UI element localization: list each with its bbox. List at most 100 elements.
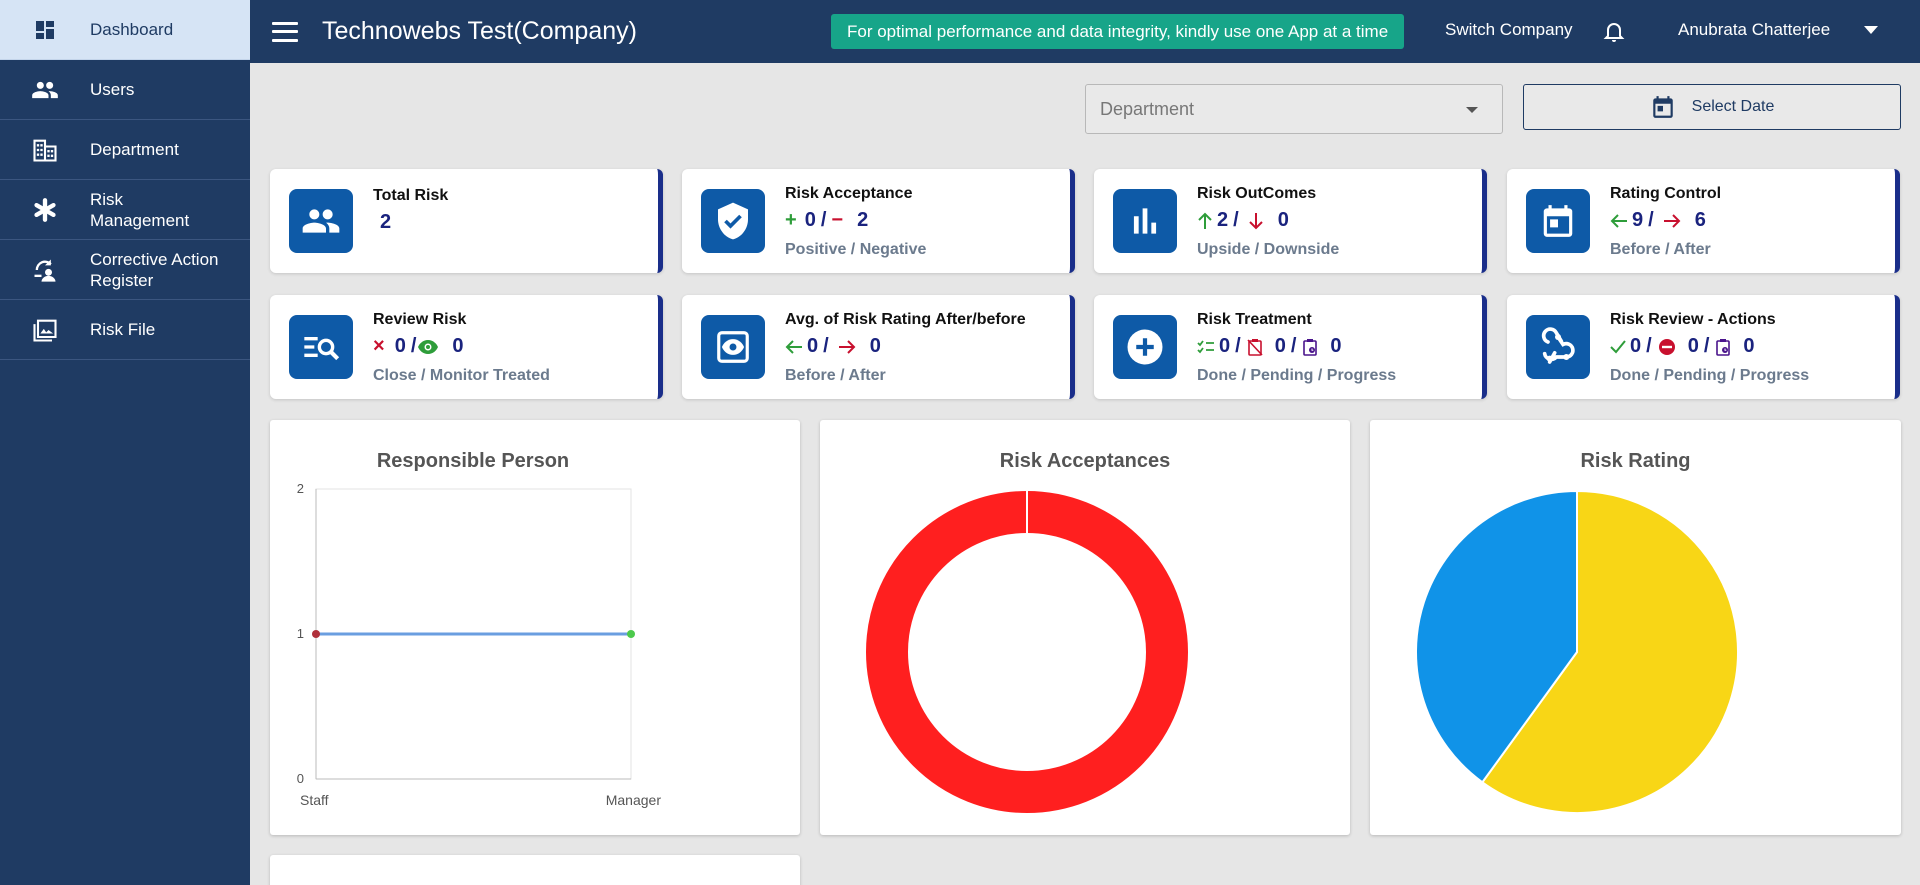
sidebar-item-corrective-action-register[interactable]: Corrective Action Register [0, 240, 250, 300]
card-values: 9 / 6 [1610, 209, 1706, 232]
risk-rating-pie-chart [1415, 489, 1739, 814]
card-rating-control[interactable]: Rating Control 9 / 6 Before / After [1507, 169, 1900, 273]
card-values: 2 [380, 211, 391, 234]
card-title: Risk OutComes [1197, 185, 1317, 202]
y-tick-label: 2 [297, 481, 304, 496]
top-header: Technowebs Test(Company) For optimal per… [250, 0, 1920, 63]
card-title: Risk Review - Actions [1610, 311, 1776, 328]
sidebar-item-label: Users [90, 80, 135, 99]
card-title: Risk Acceptance [785, 185, 913, 202]
x-tick-label: Staff [300, 792, 329, 808]
clipboard-clock-icon [1715, 338, 1731, 356]
donut-slice [866, 491, 1188, 813]
card-subtitle: Done / Pending / Progress [1610, 367, 1810, 384]
sidebar: Dashboard Users Department Risk Manageme… [0, 0, 250, 885]
card-subtitle: Upside / Downside [1197, 241, 1340, 258]
arrow-right-icon [838, 339, 856, 355]
users-icon [289, 189, 353, 253]
chevron-down-icon [1466, 107, 1478, 113]
done-value: 0 [1219, 335, 1231, 357]
y-tick-label: 1 [297, 626, 304, 641]
card-subtitle: Positive / Negative [785, 241, 927, 258]
total-risk-value: 2 [380, 211, 392, 233]
card-avg-risk-rating[interactable]: Avg. of Risk Rating After/before 0 / 0 B… [682, 295, 1075, 399]
select-date-label: Select Date [1691, 98, 1775, 115]
department-select[interactable]: Department [1085, 84, 1503, 134]
panel-responsible-person: Responsible Person 0 1 2 Staff Manager [270, 420, 800, 835]
switch-company-link[interactable]: Switch Company [1445, 20, 1573, 40]
panel-risk-rating: Risk Rating [1370, 420, 1901, 835]
risk-acceptances-donut-chart [866, 491, 1188, 813]
sidebar-item-risk-management[interactable]: Risk Management [0, 180, 250, 240]
arrow-left-icon [1610, 213, 1628, 229]
card-subtitle: Done / Pending / Progress [1197, 367, 1397, 384]
bar-chart-icon [1113, 189, 1177, 253]
risk-file-icon [0, 316, 90, 344]
clipboard-clock-icon [1302, 338, 1318, 356]
y-tick-label: 0 [297, 771, 304, 786]
do-not-disturb-icon [1658, 338, 1676, 356]
search-list-icon [289, 315, 353, 379]
card-risk-outcomes[interactable]: Risk OutComes 2 / 0 Upside / Downside [1094, 169, 1487, 273]
department-placeholder: Department [1100, 99, 1195, 119]
panel-risk-acceptances: Risk Acceptances [820, 420, 1350, 835]
bell-icon[interactable] [1602, 17, 1626, 50]
corrective-action-icon [0, 256, 90, 284]
calendar-icon [1526, 189, 1590, 253]
sidebar-item-risk-file[interactable]: Risk File [0, 300, 250, 360]
sidebar-item-label: Risk Management [90, 189, 190, 230]
card-title: Total Risk [373, 187, 449, 204]
card-subtitle: Before / After [785, 367, 886, 384]
card-values: × 0 / 0 [373, 335, 464, 357]
sidebar-item-users[interactable]: Users [0, 60, 250, 120]
card-risk-review-actions[interactable]: Risk Review - Actions 0 / 0 / 0 Done / P… [1507, 295, 1900, 399]
card-subtitle: Close / Monitor Treated [373, 367, 550, 384]
close-icon: × [373, 335, 385, 357]
card-risk-treatment[interactable]: Risk Treatment 0 / 0 / 0 Done / Pending … [1094, 295, 1487, 399]
close-value: 0 [394, 335, 406, 357]
check-icon [1610, 339, 1626, 354]
sidebar-item-label: Risk File [90, 320, 156, 339]
negative-value: 2 [857, 209, 869, 231]
card-review-risk[interactable]: Review Risk × 0 / 0 Close / Monitor Trea… [270, 295, 663, 399]
pending-value: 0 [1687, 335, 1699, 357]
shield-check-icon [701, 189, 765, 253]
asterisk-icon [0, 197, 90, 223]
calendar-icon [1652, 96, 1673, 118]
after-value: 6 [1694, 209, 1706, 231]
data-point [312, 630, 320, 638]
card-values: 2 / 0 [1197, 209, 1289, 232]
select-date-button[interactable]: Select Date [1523, 84, 1901, 130]
notice-banner: For optimal performance and data integri… [831, 14, 1405, 49]
sidebar-item-label: Dashboard [90, 20, 174, 39]
users-icon [0, 76, 90, 104]
progress-value: 0 [1743, 335, 1755, 357]
progress-value: 0 [1330, 335, 1342, 357]
chevron-down-icon[interactable] [1864, 26, 1878, 34]
card-title: Risk Treatment [1197, 311, 1312, 328]
webhook-icon [1526, 315, 1590, 379]
arrow-left-icon [785, 339, 803, 355]
sidebar-item-label: Department [90, 140, 179, 159]
sidebar-item-dashboard[interactable]: Dashboard [0, 0, 250, 60]
data-point [627, 630, 635, 638]
positive-value: 0 [804, 209, 816, 231]
after-value: 0 [869, 335, 881, 357]
card-subtitle: Before / After [1610, 241, 1711, 258]
panel-bottom [270, 855, 800, 885]
add-circle-icon [1113, 315, 1177, 379]
upside-value: 2 [1217, 209, 1229, 231]
card-title: Avg. of Risk Rating After/before [785, 311, 1026, 328]
minus-icon: − [831, 209, 844, 231]
x-tick-label: Manager [606, 792, 662, 808]
card-risk-acceptance[interactable]: Risk Acceptance + 0 / − 2 Positive / Neg… [682, 169, 1075, 273]
menu-icon[interactable] [272, 21, 298, 42]
card-total-risk[interactable]: Total Risk 2 [270, 169, 663, 273]
eye-icon [418, 339, 439, 354]
user-name[interactable]: Anubrata Chatterjee [1678, 20, 1830, 40]
eye-frame-icon [701, 315, 765, 379]
arrow-up-icon [1197, 212, 1213, 230]
sidebar-item-department[interactable]: Department [0, 120, 250, 180]
card-title: Rating Control [1610, 185, 1722, 202]
card-values: 0 / 0 / 0 [1197, 335, 1342, 358]
